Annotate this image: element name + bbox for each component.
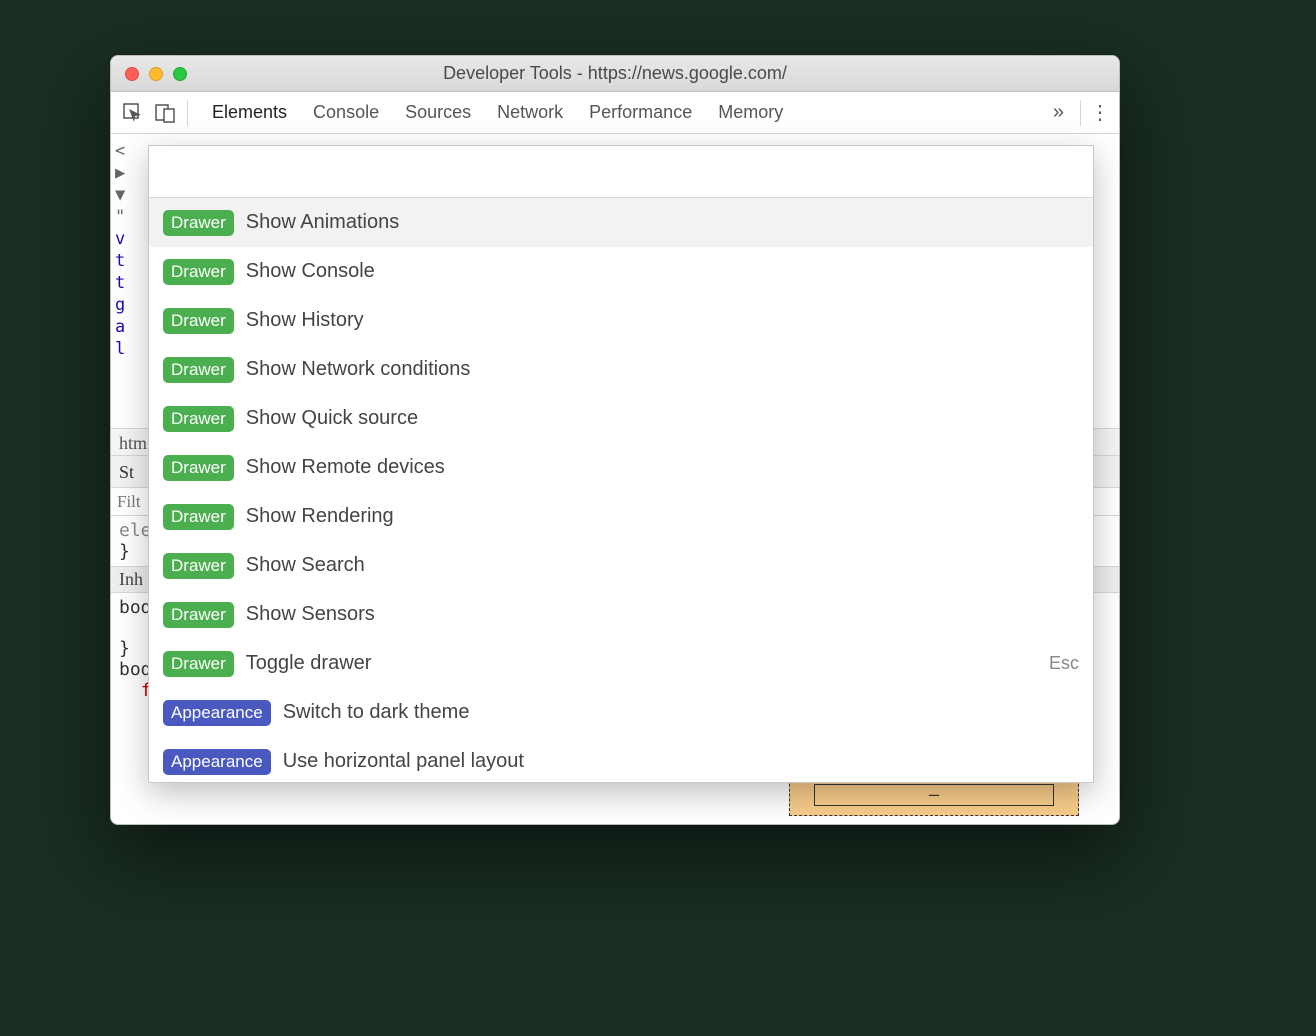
dom-frag: g <box>115 294 145 316</box>
element-style-label: ele <box>119 520 152 541</box>
command-badge: Drawer <box>163 651 234 677</box>
command-badge: Drawer <box>163 357 234 383</box>
settings-menu-icon[interactable]: ⋮ <box>1087 100 1113 125</box>
tab-memory[interactable]: Memory <box>718 102 783 123</box>
command-item[interactable]: Drawer Show Sensors <box>149 590 1093 639</box>
dom-frag: < <box>115 140 145 162</box>
command-item[interactable]: Appearance Use horizontal panel layout <box>149 737 1093 782</box>
command-shortcut: Esc <box>1049 653 1079 674</box>
divider <box>187 100 188 126</box>
command-item[interactable]: Drawer Show Quick source <box>149 394 1093 443</box>
command-item[interactable]: Drawer Show History <box>149 296 1093 345</box>
tab-sources[interactable]: Sources <box>405 102 471 123</box>
window-title: Developer Tools - https://news.google.co… <box>111 63 1119 84</box>
command-list: DrawerShow AnimationsDrawerShow ConsoleD… <box>149 198 1093 782</box>
command-item[interactable]: Drawer Show Network conditions <box>149 345 1093 394</box>
tab-network[interactable]: Network <box>497 102 563 123</box>
command-label: Show Quick source <box>246 407 418 430</box>
command-badge: Drawer <box>163 259 234 285</box>
command-label: Show History <box>246 309 364 332</box>
command-label: Show Rendering <box>246 505 394 528</box>
command-badge: Drawer <box>163 308 234 334</box>
tab-performance[interactable]: Performance <box>589 102 692 123</box>
command-label: Toggle drawer <box>246 652 372 675</box>
inspect-element-icon[interactable] <box>117 103 149 123</box>
command-item[interactable]: Drawer Show Remote devices <box>149 443 1093 492</box>
tab-console[interactable]: Console <box>313 102 379 123</box>
command-label: Use horizontal panel layout <box>283 750 524 773</box>
box-model-inner: – <box>814 784 1054 806</box>
command-label: Show Sensors <box>246 603 375 626</box>
dom-frag: " <box>115 206 145 228</box>
command-badge: Drawer <box>163 455 234 481</box>
command-badge: Drawer <box>163 504 234 530</box>
dom-frag: l <box>115 338 145 360</box>
command-badge: Drawer <box>163 406 234 432</box>
command-item[interactable]: Drawer Toggle drawer Esc <box>149 639 1093 688</box>
dom-frag: t <box>115 272 145 294</box>
box-model-value: – <box>929 785 939 805</box>
command-input[interactable] <box>149 146 1093 198</box>
command-menu: DrawerShow AnimationsDrawerShow ConsoleD… <box>148 145 1094 783</box>
command-label: Show Console <box>246 260 375 283</box>
more-tabs-icon[interactable]: » <box>1043 101 1074 124</box>
command-item[interactable]: Appearance Switch to dark theme <box>149 688 1093 737</box>
command-badge: Appearance <box>163 700 271 726</box>
command-label: Show Search <box>246 554 365 577</box>
main-toolbar: Elements Console Sources Network Perform… <box>111 92 1119 134</box>
command-badge: Drawer <box>163 210 234 236</box>
command-label: Show Animations <box>246 211 399 234</box>
command-badge: Drawer <box>163 602 234 628</box>
command-label: Show Network conditions <box>246 358 471 381</box>
divider <box>1080 100 1081 126</box>
dom-frag: v <box>115 228 145 250</box>
dom-frag: ▶ <box>115 162 145 184</box>
dom-frag: t <box>115 250 145 272</box>
command-item[interactable]: Drawer Show Search <box>149 541 1093 590</box>
command-badge: Appearance <box>163 749 271 775</box>
dom-frag: ▼ <box>115 184 145 206</box>
command-badge: Drawer <box>163 553 234 579</box>
tab-elements[interactable]: Elements <box>212 102 287 123</box>
command-item[interactable]: Drawer Show Animations <box>149 198 1093 247</box>
titlebar: Developer Tools - https://news.google.co… <box>111 56 1119 92</box>
dom-frag: a <box>115 316 145 338</box>
panel-tabs: Elements Console Sources Network Perform… <box>194 102 1043 123</box>
command-item[interactable]: Drawer Show Console <box>149 247 1093 296</box>
device-toolbar-icon[interactable] <box>149 103 181 123</box>
command-label: Show Remote devices <box>246 456 445 479</box>
command-item[interactable]: Drawer Show Rendering <box>149 492 1093 541</box>
command-label: Switch to dark theme <box>283 701 470 724</box>
